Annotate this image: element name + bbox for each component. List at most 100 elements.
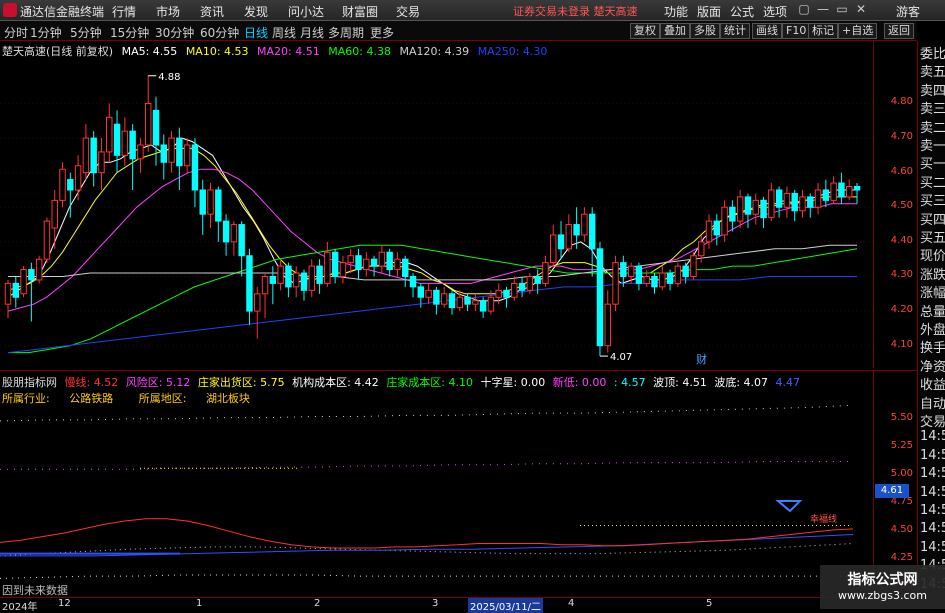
adjust-button[interactable]: 复权	[630, 23, 660, 39]
candle[interactable]	[261, 273, 269, 319]
period-multi[interactable]: 多周期	[328, 24, 364, 41]
menu-faxian[interactable]: 发现	[244, 3, 268, 20]
candle[interactable]	[199, 179, 206, 235]
candle[interactable]	[744, 193, 752, 229]
candle[interactable]	[588, 207, 596, 277]
candle[interactable]	[35, 255, 43, 284]
candle[interactable]	[160, 134, 168, 180]
candle[interactable]	[324, 241, 331, 287]
candle[interactable]	[191, 138, 199, 208]
candle[interactable]	[721, 200, 728, 242]
menu-gongshi[interactable]: 公式	[730, 3, 754, 20]
candle[interactable]	[674, 262, 682, 287]
close-icon[interactable]: ✕	[854, 2, 868, 18]
overlay-button[interactable]: 叠加	[660, 23, 690, 39]
candle[interactable]	[43, 217, 51, 263]
candle[interactable]	[690, 252, 697, 280]
candle[interactable]	[550, 224, 557, 267]
login-notice[interactable]: 证券交易未登录 楚天高速	[513, 3, 638, 19]
menu-gongneng[interactable]: 功能	[664, 3, 688, 20]
candle[interactable]	[791, 189, 798, 222]
candle[interactable]	[183, 138, 191, 173]
menu-xuanxiang[interactable]: 选项	[763, 3, 787, 20]
candle[interactable]	[565, 214, 573, 253]
candle[interactable]	[612, 255, 619, 312]
draw-line-button[interactable]: 画线	[752, 23, 782, 39]
candle[interactable]	[90, 131, 97, 187]
candle[interactable]	[300, 269, 308, 301]
candle[interactable]	[386, 248, 393, 277]
candle[interactable]	[760, 196, 767, 229]
candle[interactable]	[207, 183, 214, 229]
candle[interactable]	[402, 255, 409, 287]
menu-banmian[interactable]: 版面	[697, 3, 721, 20]
period-monthly[interactable]: 月线	[300, 24, 324, 41]
indicator-panel[interactable]: 幸福线 股朋指标网 慢线: 4.52 风险区: 5.12 庄家出货区: 5.75…	[0, 370, 873, 597]
guest-label[interactable]: 游客	[896, 3, 920, 20]
candle[interactable]	[285, 262, 292, 298]
candle[interactable]	[316, 259, 323, 294]
mark-button[interactable]: 标记	[808, 23, 838, 39]
candle[interactable]	[355, 248, 362, 280]
period-weekly[interactable]: 周线	[272, 24, 296, 41]
candle[interactable]	[121, 117, 129, 166]
menu-caifuquan[interactable]: 财富圈	[342, 3, 378, 20]
candle[interactable]	[308, 259, 315, 298]
candle[interactable]	[129, 124, 136, 190]
menu-hangqing[interactable]: 行情	[112, 3, 136, 20]
candle[interactable]	[113, 110, 121, 173]
period-60min[interactable]: 60分钟	[200, 24, 239, 41]
menu-shichang[interactable]: 市场	[156, 3, 180, 20]
candle[interactable]	[705, 214, 713, 249]
candle[interactable]	[246, 248, 253, 325]
candle[interactable]	[752, 193, 759, 225]
candle[interactable]	[736, 189, 744, 229]
candle[interactable]	[775, 186, 783, 218]
candle[interactable]	[433, 286, 440, 315]
restore-icon[interactable]: ▢	[797, 2, 811, 18]
menu-jiaoyi[interactable]: 交易	[396, 3, 420, 20]
candle[interactable]	[651, 273, 658, 294]
candle[interactable]	[503, 286, 510, 308]
candle[interactable]	[853, 183, 861, 204]
kline-chart[interactable]: 4.88 4.07 财 楚天高速(日线 前复权) MA5: 4.55 MA10: 4…	[0, 41, 873, 368]
candle[interactable]	[799, 189, 806, 218]
candle[interactable]	[596, 241, 604, 357]
candle[interactable]	[20, 266, 27, 298]
candle[interactable]	[409, 273, 417, 298]
candle[interactable]	[152, 96, 160, 166]
candle[interactable]	[215, 186, 222, 242]
candle[interactable]	[542, 255, 549, 287]
candle[interactable]	[331, 248, 339, 284]
candle[interactable]	[12, 276, 20, 308]
minimize-icon[interactable]: —	[816, 2, 830, 18]
candle[interactable]	[394, 252, 401, 277]
candle[interactable]	[425, 283, 432, 305]
candle[interactable]	[137, 138, 144, 173]
candle[interactable]	[59, 162, 66, 208]
period-daily[interactable]: 日线	[244, 24, 268, 41]
candle[interactable]	[845, 179, 853, 201]
candle[interactable]	[168, 131, 175, 173]
maximize-icon[interactable]: ▭	[835, 2, 849, 18]
candle[interactable]	[830, 176, 837, 204]
menu-wenxiaoda[interactable]: 问小达	[288, 3, 324, 20]
indicator-name[interactable]: 股朋指标网	[2, 376, 57, 389]
period-5min[interactable]: 5分钟	[70, 24, 102, 41]
finance-marker[interactable]: 财	[696, 352, 707, 366]
candle[interactable]	[581, 207, 588, 242]
candle[interactable]	[729, 200, 736, 232]
candle[interactable]	[518, 276, 526, 298]
menu-zixun[interactable]: 资讯	[200, 3, 224, 20]
candle[interactable]	[363, 252, 370, 277]
candle[interactable]	[526, 273, 534, 294]
quote-column[interactable]: 委比 卖五 卖四 卖三 卖二 卖一 买一 买二 买三 买四 买五 现价 涨跌 涨幅 总量 外盘 换手 净资 收益 自动…	[917, 41, 945, 597]
candle[interactable]	[378, 245, 386, 274]
candle[interactable]	[230, 221, 238, 256]
kline-svg[interactable]: 4.88 4.07 财	[0, 41, 873, 368]
candle[interactable]	[635, 262, 643, 291]
candle[interactable]	[98, 138, 105, 190]
period-fenshi[interactable]: 分时	[4, 24, 28, 41]
candle[interactable]	[347, 248, 354, 274]
candle[interactable]	[254, 286, 261, 339]
